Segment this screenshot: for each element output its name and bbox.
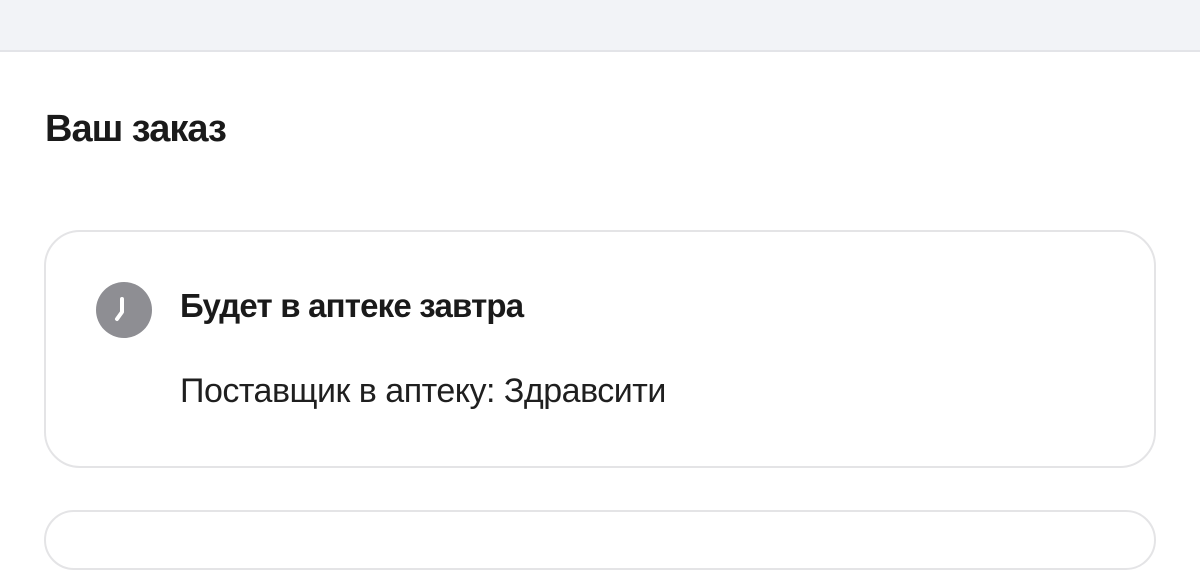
- top-bar: [0, 0, 1200, 52]
- order-title: Ваш заказ: [45, 108, 227, 150]
- next-card: [44, 510, 1156, 570]
- order-delivery-card: Будет в аптеке завтра Поставщик в аптеку…: [44, 230, 1156, 468]
- clock-icon: [96, 282, 152, 338]
- supplier-info: Поставщик в аптеку: Здравсити: [180, 372, 666, 410]
- delivery-status: Будет в аптеке завтра: [180, 287, 524, 324]
